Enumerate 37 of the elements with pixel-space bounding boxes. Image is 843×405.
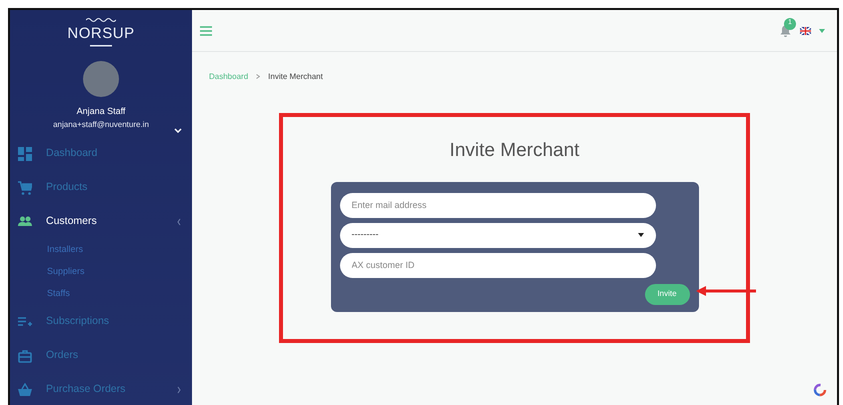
form-title: Invite Merchant — [450, 139, 580, 163]
sidebar-item[interactable]: Products — [10, 170, 192, 204]
user-email: anjana+staff@nuventure.in — [53, 118, 149, 130]
ring-icon[interactable] — [813, 383, 827, 397]
wave-icon — [86, 18, 116, 22]
input-field[interactable]: Enter mail address — [340, 192, 656, 218]
list-plus-icon — [18, 314, 32, 328]
logo: NORSUP — [67, 26, 135, 41]
sidebar-subitem[interactable]: Staffs — [10, 282, 192, 304]
caret-icon — [638, 233, 644, 237]
caret-icon[interactable] — [819, 28, 825, 32]
flag-icon[interactable] — [800, 26, 811, 34]
chevron-left-icon — [176, 218, 182, 226]
sidebar-item[interactable]: Customers — [10, 204, 192, 238]
breadcrumb-link[interactable]: Dashboard — [209, 71, 248, 83]
select-field[interactable]: --------- — [340, 222, 656, 248]
breadcrumb-current: Invite Merchant — [268, 71, 323, 83]
input-field[interactable]: AX customer ID — [340, 252, 656, 278]
avatar — [83, 61, 119, 97]
arrow — [696, 286, 756, 296]
menu-icon[interactable] — [200, 26, 212, 36]
user-name: Anjana Staff — [76, 105, 126, 118]
sidebar-item[interactable]: Dashboard — [10, 136, 192, 170]
users-icon — [18, 214, 32, 228]
grid-icon — [18, 146, 32, 160]
cart-icon — [18, 180, 32, 194]
logo-underline — [90, 45, 112, 47]
sidebar-item[interactable]: Orders — [10, 338, 192, 372]
basket-icon — [18, 382, 32, 396]
briefcase-icon — [18, 348, 32, 362]
chevron-down-icon[interactable] — [174, 128, 182, 132]
sidebar-subitem[interactable]: Installers — [10, 238, 192, 260]
sidebar-subitem[interactable]: Suppliers — [10, 260, 192, 282]
sidebar-item[interactable]: Purchase Orders — [10, 372, 192, 405]
sidebar-item[interactable]: Subscriptions — [10, 304, 192, 338]
chevron-right-icon — [176, 386, 182, 394]
invite-button[interactable]: Invite — [644, 284, 690, 304]
